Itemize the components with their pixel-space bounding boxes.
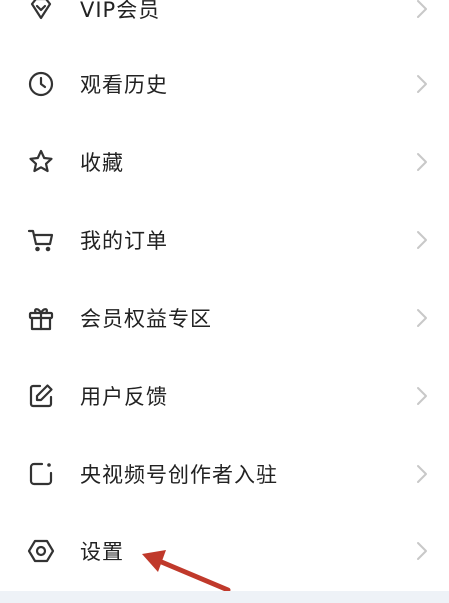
menu-item-label: 我的订单 [80,229,168,253]
menu-item-member-benefits[interactable]: 会员权益专区 [0,279,449,357]
chevron-right-icon [415,229,429,251]
chevron-right-icon [415,0,429,20]
menu-item-label: 设置 [80,540,124,564]
menu-item-label: 用户反馈 [80,385,168,409]
menu-item-vip[interactable]: VIP会员 [0,0,449,48]
star-icon [26,147,56,177]
chevron-right-icon [415,73,429,95]
cart-icon [26,225,56,255]
menu-item-creator-join[interactable]: 央视频号创作者入驻 [0,435,449,513]
menu-item-settings[interactable]: 设置 [0,512,449,590]
chevron-right-icon [415,463,429,485]
chevron-right-icon [415,385,429,407]
menu-list: VIP会员 观看历史 收藏 我的订单 会员权益专区 用户反馈 央视频号创作者入驻… [0,0,449,603]
edit-icon [26,381,56,411]
creator-icon [26,459,56,489]
menu-item-label: 央视频号创作者入驻 [80,463,278,487]
menu-item-label: 收藏 [80,151,124,175]
diamond-icon [26,0,56,24]
settings-icon [26,536,56,566]
menu-item-watch-history[interactable]: 观看历史 [0,45,449,123]
menu-item-feedback[interactable]: 用户反馈 [0,357,449,435]
chevron-right-icon [415,151,429,173]
chevron-right-icon [415,540,429,562]
chevron-right-icon [415,307,429,329]
menu-item-label: VIP会员 [80,0,161,22]
gift-icon [26,303,56,333]
clock-icon [26,69,56,99]
menu-item-label: 观看历史 [80,73,168,97]
menu-item-favorites[interactable]: 收藏 [0,123,449,201]
menu-item-my-orders[interactable]: 我的订单 [0,201,449,279]
menu-item-label: 会员权益专区 [80,307,212,331]
bottom-strip [0,591,449,603]
